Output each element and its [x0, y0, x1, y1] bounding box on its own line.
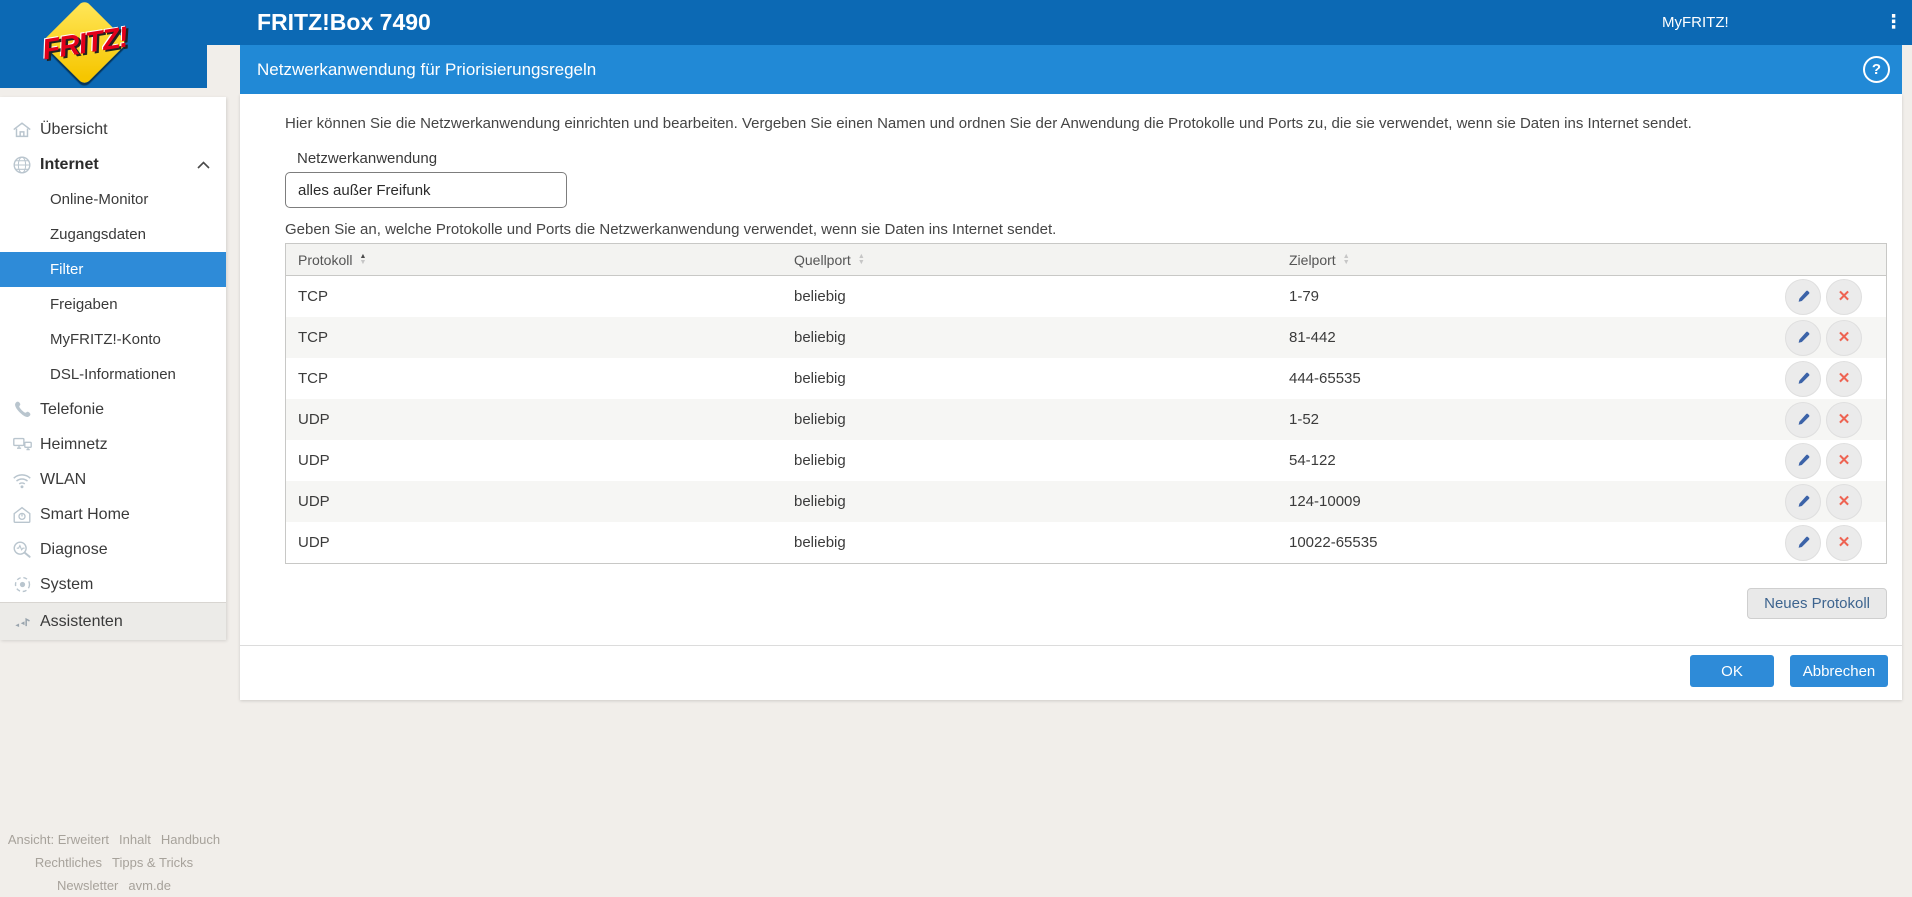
column-header-protokoll[interactable]: Protokoll ▲▼ [286, 252, 794, 268]
ok-button[interactable]: OK [1690, 655, 1774, 687]
myfritz-link[interactable]: MyFRITZ! [1662, 0, 1729, 45]
sidebar-nav: Übersicht Internet Online-Monitor Zugang… [0, 97, 226, 640]
delete-icon: ✕ [1838, 330, 1851, 345]
footer-link-newsletter[interactable]: Newsletter [57, 878, 118, 893]
delete-button[interactable]: ✕ [1826, 279, 1862, 315]
page-title-bar: Netzwerkanwendung für Priorisierungsrege… [240, 45, 1902, 94]
sidebar-item-zugangsdaten[interactable]: Zugangsdaten [0, 217, 226, 252]
sidebar-item-online-monitor[interactable]: Online-Monitor [0, 182, 226, 217]
diagnose-magnifier-icon [10, 539, 34, 561]
table-row: UDP beliebig 124-10009 ✕ [286, 481, 1886, 522]
sidebar-item-myfritz-konto[interactable]: MyFRITZ!-Konto [0, 322, 226, 357]
globe-icon [10, 154, 34, 176]
pencil-icon [1796, 371, 1811, 386]
intro-text: Hier können Sie die Netzwerkanwendung ei… [285, 115, 1872, 132]
table-row: TCP beliebig 444-65535 ✕ [286, 358, 1886, 399]
pencil-icon [1796, 494, 1811, 509]
table-row: UDP beliebig 54-122 ✕ [286, 440, 1886, 481]
delete-button[interactable]: ✕ [1826, 402, 1862, 438]
system-icon [10, 574, 34, 595]
sidebar-item-uebersicht[interactable]: Übersicht [0, 112, 226, 147]
phone-icon [10, 399, 34, 420]
footer-link-handbuch[interactable]: Handbuch [161, 832, 220, 847]
sidebar-item-telefonie[interactable]: Telefonie [0, 392, 226, 427]
edit-button[interactable] [1785, 320, 1821, 356]
table-header-row: Protokoll ▲▼ Quellport ▲▼ Zielport ▲▼ [286, 244, 1886, 276]
edit-button[interactable] [1785, 279, 1821, 315]
wizard-steps-icon [10, 612, 34, 632]
footer-divider [240, 645, 1902, 646]
delete-button[interactable]: ✕ [1826, 484, 1862, 520]
wifi-icon [10, 469, 34, 491]
ports-hint-text: Geben Sie an, welche Protokolle und Port… [285, 221, 1056, 238]
pencil-icon [1796, 535, 1811, 550]
pencil-icon [1796, 289, 1811, 304]
delete-icon: ✕ [1838, 494, 1851, 509]
chevron-up-icon [197, 161, 210, 169]
page-title: Netzwerkanwendung für Priorisierungsrege… [257, 60, 596, 80]
sidebar-item-wlan[interactable]: WLAN [0, 462, 226, 497]
kebab-menu-icon[interactable]: ⋮ [1884, 0, 1903, 45]
edit-button[interactable] [1785, 484, 1821, 520]
protocols-table: Protokoll ▲▼ Quellport ▲▼ Zielport ▲▼ TC… [285, 243, 1887, 564]
sort-icon: ▲▼ [858, 254, 865, 266]
column-header-zielport[interactable]: Zielport ▲▼ [1289, 252, 1886, 268]
pencil-icon [1796, 412, 1811, 427]
delete-icon: ✕ [1838, 371, 1851, 386]
edit-button[interactable] [1785, 525, 1821, 561]
delete-button[interactable]: ✕ [1826, 525, 1862, 561]
footer-link-rechtliches[interactable]: Rechtliches [35, 855, 102, 870]
delete-button[interactable]: ✕ [1826, 443, 1862, 479]
delete-icon: ✕ [1838, 412, 1851, 427]
sidebar-item-diagnose[interactable]: Diagnose [0, 532, 226, 567]
sidebar-item-smart-home[interactable]: Smart Home [0, 497, 226, 532]
delete-button[interactable]: ✕ [1826, 320, 1862, 356]
delete-icon: ✕ [1838, 535, 1851, 550]
sidebar-item-heimnetz[interactable]: Heimnetz [0, 427, 226, 462]
pencil-icon [1796, 330, 1811, 345]
sort-icon: ▲▼ [1343, 254, 1350, 266]
footer-links: Ansicht: Erweitert Inhalt Handbuch Rechtli… [0, 828, 228, 897]
fritz-logo-text: FRITZ! [0, 0, 176, 101]
edit-button[interactable] [1785, 402, 1821, 438]
help-icon[interactable]: ? [1863, 56, 1890, 83]
delete-icon: ✕ [1838, 289, 1851, 304]
top-header-bar: FRITZ!Box 7490 MyFRITZ! ⋮ [0, 0, 1912, 45]
app-title: FRITZ!Box 7490 [257, 0, 431, 45]
sidebar-item-system[interactable]: System [0, 567, 226, 602]
cancel-button[interactable]: Abbrechen [1790, 655, 1888, 687]
edit-button[interactable] [1785, 443, 1821, 479]
pencil-icon [1796, 453, 1811, 468]
sidebar-item-filter[interactable]: Filter [0, 252, 226, 287]
app-name-input[interactable] [285, 172, 567, 208]
delete-button[interactable]: ✕ [1826, 361, 1862, 397]
table-row: UDP beliebig 10022-65535 ✕ [286, 522, 1886, 563]
table-row: TCP beliebig 1-79 ✕ [286, 276, 1886, 317]
home-icon [10, 119, 34, 141]
sort-icon: ▲▼ [359, 254, 366, 266]
footer-link-tipps[interactable]: Tipps & Tricks [112, 855, 193, 870]
table-row: UDP beliebig 1-52 ✕ [286, 399, 1886, 440]
footer-link-inhalt[interactable]: Inhalt [119, 832, 151, 847]
footer-link-ansicht[interactable]: Ansicht: Erweitert [8, 832, 109, 847]
sidebar-item-freigaben[interactable]: Freigaben [0, 287, 226, 322]
fritzbox-ui: FRITZ!Box 7490 MyFRITZ! ⋮ FRITZ! Netzwer… [0, 0, 1912, 897]
smart-home-icon [10, 504, 34, 526]
app-name-label: Netzwerkanwendung [297, 150, 437, 167]
edit-button[interactable] [1785, 361, 1821, 397]
sidebar-item-internet[interactable]: Internet [0, 147, 226, 182]
main-content-panel: Hier können Sie die Netzwerkanwendung ei… [240, 94, 1902, 700]
delete-icon: ✕ [1838, 453, 1851, 468]
footer-link-avm[interactable]: avm.de [128, 878, 171, 893]
sidebar-item-dsl-informationen[interactable]: DSL-Informationen [0, 357, 226, 392]
sidebar-item-assistenten[interactable]: Assistenten [0, 602, 226, 640]
new-protocol-button[interactable]: Neues Protokoll [1747, 588, 1887, 619]
network-devices-icon [10, 434, 34, 456]
column-header-quellport[interactable]: Quellport ▲▼ [794, 252, 1289, 268]
fritz-logo[interactable]: FRITZ! [0, 0, 207, 88]
table-row: TCP beliebig 81-442 ✕ [286, 317, 1886, 358]
